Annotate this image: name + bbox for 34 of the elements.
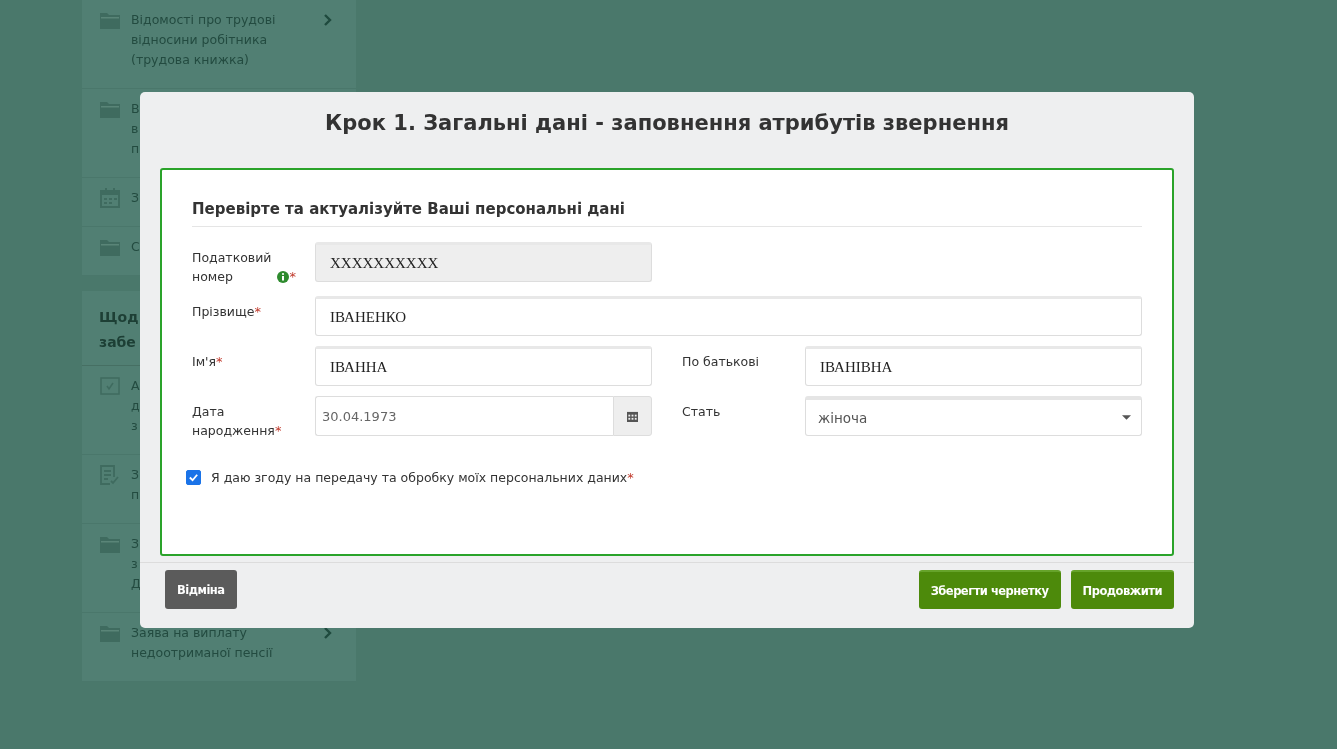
folder-icon (100, 534, 120, 554)
action-button[interactable]: Зберегти чернетку (918, 570, 1061, 609)
calendar-icon (627, 410, 638, 422)
text-field[interactable]: ІВАНЕНКО (315, 296, 1142, 336)
required-mark: * (254, 303, 261, 321)
field-label: По батькові (682, 353, 760, 371)
action-button[interactable]: Продовжити (1070, 570, 1174, 609)
field-label: Ім'я (192, 353, 217, 371)
consent-checkbox[interactable] (186, 470, 201, 485)
field-label: Дата народження (192, 403, 275, 440)
consent-label: Я даю згоду на передачу та обробку моїх персональних даних (211, 470, 628, 485)
caret-icon (1122, 415, 1131, 420)
section-heading: забе (99, 333, 136, 352)
action-button[interactable]: Відміна (165, 570, 237, 609)
field-label: Прізвище (192, 303, 255, 321)
section-heading: Щод (99, 308, 139, 327)
required-mark: * (274, 422, 282, 440)
check-icon (188, 472, 199, 483)
folder-icon (100, 10, 120, 30)
field-label: Податковий номер (192, 249, 272, 286)
folder-icon (100, 623, 120, 643)
required-mark: * (289, 268, 296, 286)
required-mark: * (216, 353, 223, 371)
gender-dropdown[interactable]: жіноча (805, 396, 1142, 436)
required-mark: * (627, 470, 634, 485)
folder-icon (100, 99, 120, 119)
folder-icon (100, 237, 120, 257)
calendar-button[interactable] (613, 396, 652, 436)
field-label: Стать (682, 403, 721, 421)
date-field[interactable]: 30.04.1973 (315, 396, 613, 436)
text-field[interactable]: ІВАННА (315, 346, 652, 386)
text-field[interactable]: ІВАНІВНА (805, 346, 1142, 386)
modal-title: Крок 1. Загальні дані - заповнення атрибутів звернення (324, 110, 1010, 137)
section-title: Перевірте та актуалізуйте Ваші персональні дані (192, 200, 1142, 227)
